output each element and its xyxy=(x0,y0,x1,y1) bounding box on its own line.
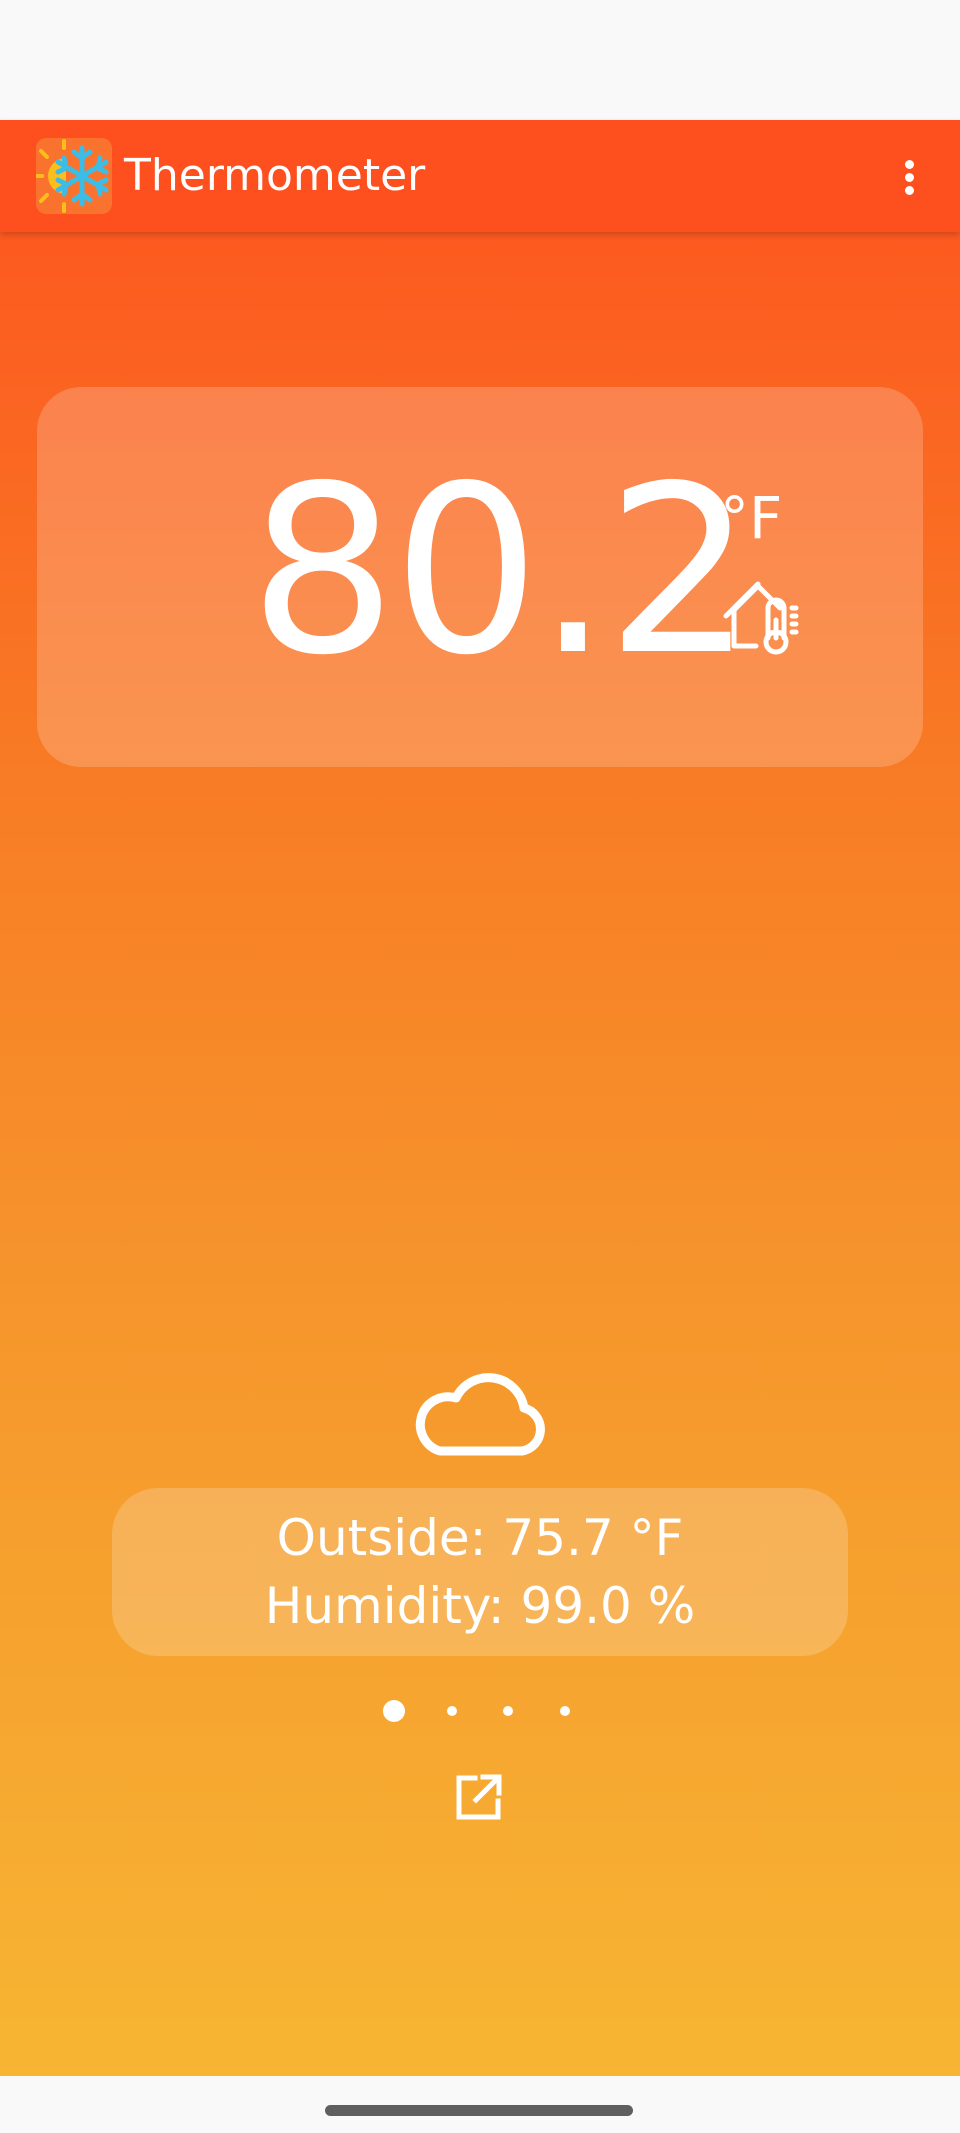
home-thermometer-icon xyxy=(722,572,806,656)
cloud-icon xyxy=(410,1368,550,1458)
more-vert-icon[interactable] xyxy=(880,146,940,206)
outside-humidity: Humidity: 99.0 % xyxy=(264,1577,696,1635)
sun-snowflake-logo-icon xyxy=(36,138,112,214)
outside-temperature: Outside: 75.7 °F xyxy=(276,1509,684,1567)
app-title: Thermometer xyxy=(124,150,426,201)
status-bar xyxy=(0,0,960,120)
app-bar: Thermometer xyxy=(0,120,960,232)
home-indicator[interactable] xyxy=(325,2105,633,2116)
indoor-temperature-value: 80.2 xyxy=(249,436,754,706)
pager-dot[interactable] xyxy=(447,1706,457,1716)
temperature-unit: °F xyxy=(720,484,783,552)
pager-dot[interactable] xyxy=(560,1706,570,1716)
pager-dot[interactable] xyxy=(503,1706,513,1716)
open-in-new-icon[interactable] xyxy=(454,1772,504,1822)
pager-dot-active[interactable] xyxy=(383,1700,405,1722)
